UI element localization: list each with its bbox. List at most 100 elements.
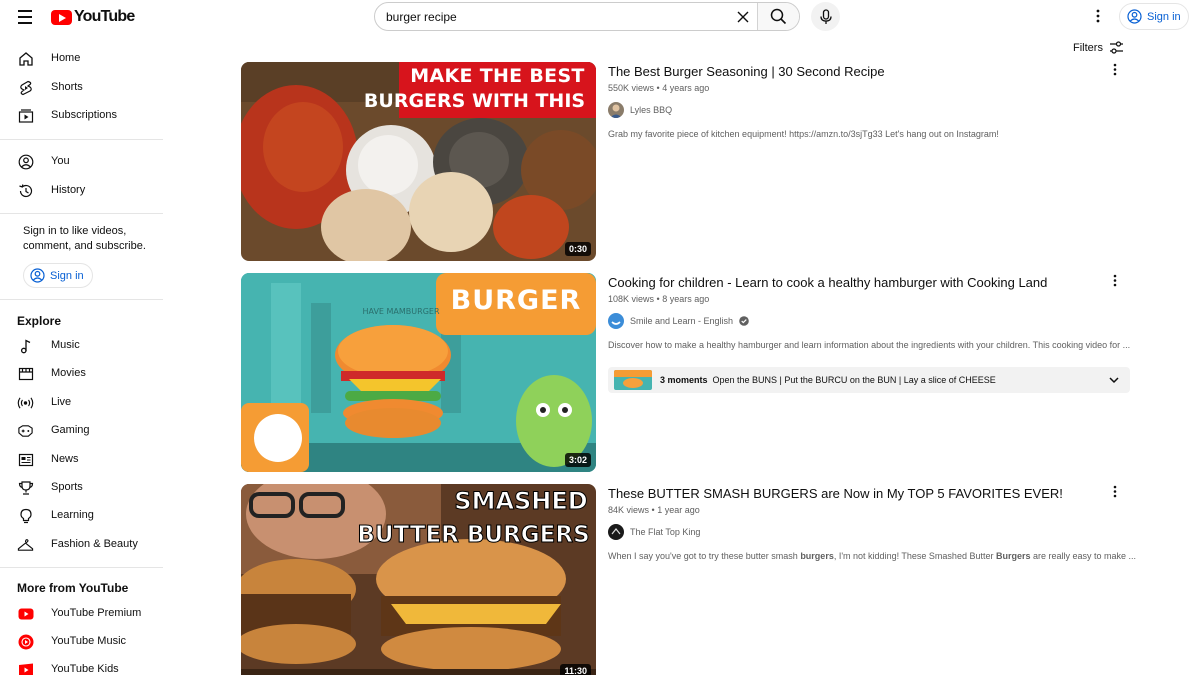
video-meta: 84K views • 1 year ago [608, 505, 700, 515]
sidebar-item-history[interactable]: History [0, 176, 163, 204]
sidebar-item-shorts[interactable]: Shorts [0, 73, 163, 101]
logo-text: YouTube [74, 8, 135, 25]
channel-link[interactable]: Lyles BBQ [608, 102, 1118, 118]
moments-count: 3 moments [660, 375, 708, 385]
sidebar-sign-in-button[interactable]: Sign in [23, 263, 93, 288]
filters-label: Filters [1073, 42, 1103, 54]
sidebar-item-learning[interactable]: Learning [0, 501, 163, 529]
sign-in-label: Sign in [1147, 10, 1181, 23]
youtube-music-icon [17, 633, 34, 650]
chevron-down-icon [1109, 377, 1119, 384]
channel-link[interactable]: Smile and Learn - English [608, 313, 1118, 329]
sidebar-item-music[interactable]: Music [0, 331, 163, 359]
sidebar-item-live[interactable]: Live [0, 388, 163, 416]
description-text: When I say you've got to try these butte… [608, 551, 801, 561]
sidebar-item-label: History [51, 184, 86, 196]
sidebar-item-home[interactable]: Home [0, 44, 163, 72]
sidebar-item-youtube-kids[interactable]: YouTube Kids [0, 655, 163, 675]
sidebar-item-label: You [51, 155, 70, 167]
learning-icon [17, 507, 34, 524]
sidebar-item-you[interactable]: You [0, 147, 163, 175]
settings-more-icon[interactable] [1088, 6, 1108, 26]
video-actions-menu-icon[interactable] [1108, 62, 1122, 76]
sidebar-item-movies[interactable]: Movies [0, 359, 163, 387]
video-thumbnail[interactable]: MAKE THE BEST BURGERS WITH THIS 0:30 [241, 62, 596, 261]
video-thumbnail[interactable]: SMASHED BUTTER BURGERS 11:30 [241, 484, 596, 675]
description-text: are really easy to make ... [1030, 551, 1137, 561]
gaming-icon [17, 422, 34, 439]
moments-list: Open the BUNS | Put the BURCU on the BUN… [712, 375, 996, 385]
video-duration: 11:30 [560, 664, 591, 675]
sign-in-button[interactable]: Sign in [1119, 3, 1189, 30]
video-title[interactable]: Cooking for children - Learn to cook a h… [608, 274, 1118, 291]
microphone-icon [819, 8, 832, 24]
you-icon [17, 153, 34, 170]
youtube-kids-icon [17, 661, 34, 675]
video-description: Discover how to make a healthy hamburger… [608, 340, 1131, 350]
search-icon [770, 8, 787, 25]
sidebar-item-youtube-music[interactable]: YouTube Music [0, 627, 163, 655]
video-meta: 108K views • 8 years ago [608, 294, 710, 304]
video-meta: 550K views • 4 years ago [608, 83, 710, 93]
youtube-logo[interactable]: YouTube [51, 8, 135, 26]
thumbnail-caption-line-2: BURGERS WITH THIS [363, 90, 586, 112]
video-duration: 0:30 [564, 242, 591, 256]
thumbnail-caption-line-1: MAKE THE BEST [410, 65, 585, 87]
more-from-youtube-heading: More from YouTube [17, 581, 129, 595]
video-description: When I say you've got to try these butte… [608, 551, 1136, 561]
menu-icon[interactable] [13, 5, 37, 29]
account-icon [30, 268, 45, 283]
clear-search-icon[interactable] [729, 3, 757, 30]
sidebar-item-sports[interactable]: Sports [0, 473, 163, 501]
sidebar-item-youtube-premium[interactable]: YouTube Premium [0, 599, 163, 627]
view-count: 84K views [608, 505, 650, 515]
upload-age: 8 years ago [662, 294, 710, 304]
channel-avatar [608, 313, 624, 329]
account-icon [1127, 9, 1142, 24]
sidebar-item-gaming[interactable]: Gaming [0, 416, 163, 444]
video-info: The Best Burger Seasoning | 30 Second Re… [608, 62, 1118, 139]
voice-search-button[interactable] [811, 2, 840, 31]
video-title[interactable]: These BUTTER SMASH BURGERS are Now in My… [608, 485, 1118, 502]
sidebar-item-label: Movies [51, 367, 86, 379]
video-actions-menu-icon[interactable] [1108, 273, 1122, 287]
description-highlight: Burgers [995, 551, 1031, 561]
sidebar-item-label: Learning [51, 509, 94, 521]
thumbnail-caption: BURGER [450, 285, 582, 316]
sidebar-item-label: YouTube Music [51, 635, 127, 647]
search-input[interactable] [375, 3, 729, 30]
filters-button[interactable]: Filters [1073, 41, 1124, 55]
channel-name: The Flat Top King [630, 527, 701, 537]
video-thumbnail[interactable]: BURGER HAVE MAMBURGER 3:02 [241, 273, 596, 472]
video-title[interactable]: The Best Burger Seasoning | 30 Second Re… [608, 63, 1118, 80]
channel-link[interactable]: The Flat Top King [608, 524, 1118, 540]
sidebar-item-fashion-beauty[interactable]: Fashion & Beauty [0, 530, 163, 558]
view-count: 550K views [608, 83, 655, 93]
fashion-icon [17, 536, 34, 553]
movies-icon [17, 365, 34, 382]
sidebar-item-label: Fashion & Beauty [51, 538, 138, 550]
video-actions-menu-icon[interactable] [1108, 484, 1122, 498]
sidebar-item-label: Subscriptions [51, 109, 118, 121]
upload-age: 1 year ago [657, 505, 700, 515]
divider [0, 567, 163, 568]
search-button[interactable] [757, 3, 799, 30]
sidebar-item-news[interactable]: News [0, 445, 163, 473]
description-text: , I'm not kidding! These Smashed Butter [833, 551, 996, 561]
subscriptions-icon [17, 107, 34, 124]
moment-thumbnail [614, 370, 652, 390]
key-moments-bar[interactable]: 3 moments Open the BUNS | Put the BURCU … [608, 367, 1130, 393]
sign-in-note: Sign in to like videos, comment, and sub… [23, 225, 146, 252]
history-icon [17, 182, 34, 199]
sidebar-item-subscriptions[interactable]: Subscriptions [0, 101, 163, 129]
video-duration: 3:02 [564, 453, 591, 467]
home-icon [17, 50, 34, 67]
channel-avatar [608, 102, 624, 118]
sidebar-item-label: Music [51, 339, 80, 351]
sidebar-item-label: Home [51, 52, 81, 64]
sports-icon [17, 479, 34, 496]
live-icon [17, 394, 34, 411]
video-info: Cooking for children - Learn to cook a h… [608, 273, 1131, 350]
thumbnail-sign-text: HAVE MAMBURGER [362, 307, 440, 316]
verified-badge-icon [739, 316, 749, 326]
